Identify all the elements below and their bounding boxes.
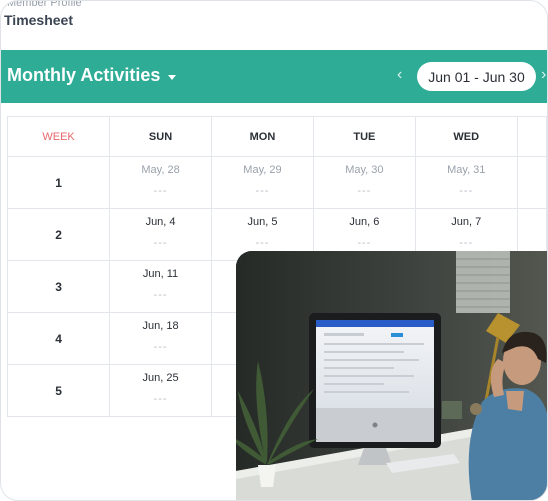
day-hours: ---	[153, 393, 168, 405]
day-header-next	[516, 116, 547, 157]
day-hours: ---	[153, 185, 168, 197]
day-cell[interactable]: Jun, 4 ---	[109, 208, 212, 261]
timesheet-card: Member Profile Timesheet Monthly Activit…	[0, 0, 548, 501]
week-row: 1 May, 28 --- May, 29 --- May, 30 --- May, …	[6, 156, 547, 209]
week-number: 5	[6, 364, 111, 417]
calendar-toolbar: Monthly Activities ‹ Jun 01 - Jun 30 ›	[1, 50, 547, 103]
week-number: 2	[6, 208, 111, 261]
day-date: Jun, 6	[349, 216, 380, 228]
day-hours: ---	[459, 237, 474, 249]
day-cell[interactable]: May, 29 ---	[210, 156, 314, 209]
day-date: Jun, 11	[142, 268, 179, 280]
day-header-sun: SUN	[109, 116, 212, 157]
date-range-button[interactable]: Jun 01 - Jun 30	[417, 62, 536, 91]
day-date: May, 28	[141, 164, 180, 176]
day-cell[interactable]: Jun, 18 ---	[109, 312, 212, 365]
day-date: May, 29	[243, 164, 282, 176]
day-cell[interactable]: Jun, 11 ---	[109, 260, 212, 313]
view-selector[interactable]: Monthly Activities	[7, 65, 177, 86]
week-number: 4	[6, 312, 111, 365]
day-date: May, 30	[345, 164, 384, 176]
caret-down-icon	[168, 74, 177, 80]
day-header-mon: MON	[210, 116, 314, 157]
calendar-header-row: WEEK SUN MON TUE WED	[6, 116, 547, 157]
chevron-left-icon[interactable]: ‹	[397, 66, 402, 84]
day-header-wed: WED	[414, 116, 518, 157]
week-number: 1	[6, 156, 111, 209]
week-column-header: WEEK	[6, 116, 111, 157]
week-number: 3	[6, 260, 111, 313]
day-hours: ---	[153, 289, 168, 301]
day-hours: ---	[357, 185, 372, 197]
day-hours: ---	[459, 185, 474, 197]
page-title: Timesheet	[4, 12, 73, 28]
day-cell[interactable]	[516, 156, 547, 209]
day-hours: ---	[153, 237, 168, 249]
day-cell[interactable]: Jun, 25 ---	[109, 364, 212, 417]
breadcrumb[interactable]: Member Profile	[7, 1, 82, 9]
day-date: Jun, 25	[142, 372, 179, 384]
day-hours: ---	[153, 341, 168, 353]
day-cell[interactable]: May, 28 ---	[109, 156, 212, 209]
day-cell[interactable]: May, 31 ---	[414, 156, 518, 209]
day-date: Jun, 5	[247, 216, 278, 228]
day-header-tue: TUE	[312, 116, 416, 157]
day-cell[interactable]: May, 30 ---	[312, 156, 416, 209]
day-date: Jun, 18	[142, 320, 179, 332]
day-hours: ---	[255, 185, 270, 197]
day-date: Jun, 7	[451, 216, 482, 228]
day-date: Jun, 4	[145, 216, 176, 228]
day-hours: ---	[255, 237, 270, 249]
chevron-right-icon[interactable]: ›	[541, 66, 546, 84]
workspace-illustration	[236, 251, 547, 500]
day-date: May, 31	[447, 164, 486, 176]
workspace-photo	[236, 251, 547, 500]
day-hours: ---	[357, 237, 372, 249]
view-title: Monthly Activities	[7, 65, 161, 85]
